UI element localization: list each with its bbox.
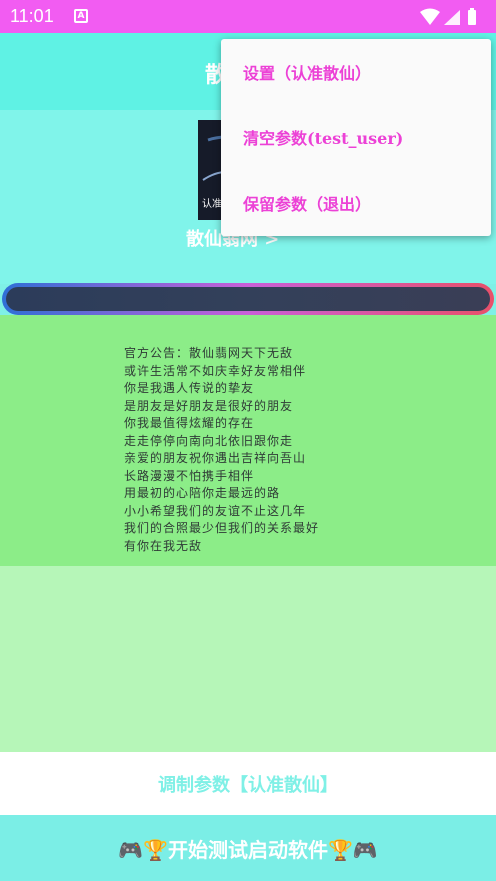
notice-line: 走走停停向南向北依旧跟你走 bbox=[124, 433, 294, 448]
copy-params-button[interactable]: 调制参数【认准散仙】 bbox=[0, 752, 496, 815]
app-notification-icon: A bbox=[74, 9, 88, 23]
menu-item-label: 保留参数（退出） bbox=[243, 194, 372, 214]
overflow-menu: 设置（认准散仙） 清空参数(test_user) 保留参数（退出） bbox=[221, 39, 491, 236]
wifi-icon bbox=[420, 8, 440, 25]
copy-params-label: 调制参数【认准散仙】 bbox=[158, 774, 338, 796]
notice-line: 或许生活常不如庆幸好友常相伴 bbox=[124, 363, 307, 378]
cover-text: 认准 bbox=[202, 199, 222, 210]
menu-item-label: 清空参数(test_user) bbox=[243, 129, 404, 149]
menu-item-keep-params-exit[interactable]: 保留参数（退出） bbox=[221, 170, 491, 236]
menu-item-label: 设置（认准散仙） bbox=[243, 63, 372, 83]
notice-line: 我们的合照最少但我们的关系最好 bbox=[124, 521, 320, 535]
start-test-button[interactable]: 🎮🏆开始测试启动软件🏆🎮 bbox=[0, 815, 496, 881]
notice-text: 官方公告：散仙翡网天下无敌 或许生活常不如庆幸好友常相伴 你是我遇人传说的挚友 … bbox=[124, 345, 319, 555]
progress-bar bbox=[2, 283, 494, 315]
notice-line: 官方公告：散仙翡网天下无敌 bbox=[124, 346, 294, 360]
notice-line: 小小希望我们的友谊不止这几年 bbox=[124, 503, 307, 518]
start-test-label: 🎮🏆开始测试启动软件🏆🎮 bbox=[118, 837, 378, 862]
notice-line: 你我最值得炫耀的存在 bbox=[124, 416, 255, 430]
notice-line: 是朋友是好朋友是很好的朋友 bbox=[124, 398, 294, 413]
status-time: 11:01 bbox=[10, 6, 54, 26]
notice-line: 长路漫漫不怕携手相伴 bbox=[124, 468, 255, 483]
notice-line: 你是我遇人传说的挚友 bbox=[124, 381, 255, 395]
empty-area bbox=[0, 566, 496, 752]
status-bar: 11:01 A bbox=[0, 0, 496, 33]
signal-icon bbox=[444, 10, 460, 25]
notice-line: 有你在我无敌 bbox=[124, 538, 203, 553]
progress-track bbox=[6, 287, 490, 311]
menu-item-clear-params[interactable]: 清空参数(test_user) bbox=[221, 105, 491, 171]
notice-panel: 官方公告：散仙翡网天下无敌 或许生活常不如庆幸好友常相伴 你是我遇人传说的挚友 … bbox=[0, 315, 496, 566]
status-icons bbox=[420, 8, 476, 25]
menu-item-settings[interactable]: 设置（认准散仙） bbox=[221, 39, 491, 105]
notice-line: 用最初的心陪你走最远的路 bbox=[124, 486, 281, 500]
notice-line: 亲爱的朋友祝你遇出吉祥向吾山 bbox=[124, 451, 307, 465]
battery-icon bbox=[468, 10, 476, 25]
